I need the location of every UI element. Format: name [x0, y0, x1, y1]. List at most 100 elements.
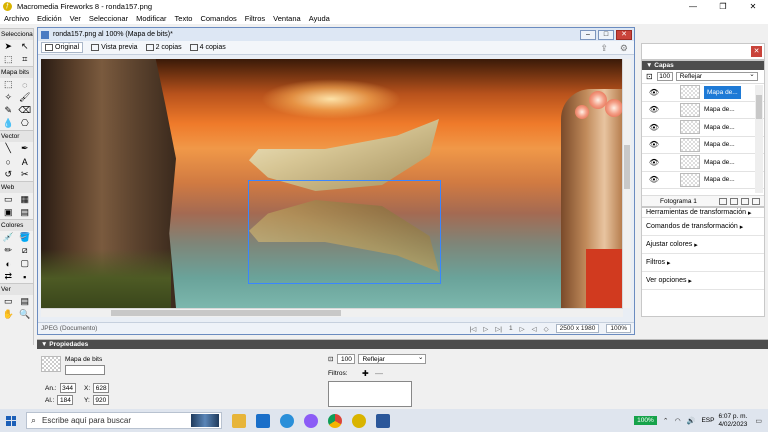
props-opacity-field[interactable]: 100 — [337, 354, 356, 364]
menu-ventana[interactable]: Ventana — [273, 14, 301, 23]
x-field[interactable]: 628 — [93, 383, 110, 393]
chevron-up-icon[interactable]: ⌃ — [663, 417, 669, 425]
battery-indicator[interactable]: 100% — [634, 416, 657, 425]
next-frame-icon[interactable]: ▷ — [520, 325, 525, 333]
panel-filters[interactable]: Filtros ▸ — [642, 254, 764, 272]
layer-row[interactable]: 👁 Mapa de... — [642, 154, 764, 172]
browser-icon[interactable] — [304, 413, 318, 428]
eye-icon[interactable]: 👁 — [642, 158, 666, 167]
edge-icon[interactable] — [280, 413, 294, 428]
language-indicator[interactable]: ESP — [701, 417, 714, 424]
menu-ayuda[interactable]: Ayuda — [309, 14, 330, 23]
close-button[interactable]: ✕ — [738, 0, 768, 12]
menu-texto[interactable]: Texto — [175, 14, 193, 23]
line-tool-icon[interactable]: ╲ — [2, 143, 15, 155]
wifi-icon[interactable]: ◠ — [675, 417, 681, 425]
y-field[interactable]: 920 — [92, 395, 109, 405]
menu-archivo[interactable]: Archivo — [4, 14, 29, 23]
vertical-scrollbar[interactable] — [622, 59, 631, 308]
document-canvas[interactable] — [41, 59, 623, 308]
taskbar-search[interactable]: ⌕ Escribe aquí para buscar — [26, 412, 222, 429]
eye-icon[interactable]: 👁 — [642, 140, 666, 149]
menu-seleccionar[interactable]: Seleccionar — [89, 14, 128, 23]
filters-list[interactable] — [328, 381, 412, 407]
scale-tool-icon[interactable]: ⬚ — [2, 54, 15, 66]
layers-scrollbar[interactable] — [755, 85, 763, 193]
ellipse-tool-icon[interactable]: ○ — [2, 156, 15, 168]
width-field[interactable]: 344 — [59, 383, 76, 393]
height-field[interactable]: 184 — [57, 395, 74, 405]
doc-maximize-button[interactable]: □ — [598, 30, 614, 40]
magic-wand-tool-icon[interactable]: ✧ — [2, 92, 15, 104]
object-name-field[interactable] — [65, 365, 105, 375]
eye-icon[interactable]: 👁 — [642, 175, 666, 184]
start-button[interactable] — [0, 409, 22, 432]
fireworks-taskbar-icon[interactable] — [352, 413, 366, 428]
eraser-tool-icon[interactable]: ⌫ — [18, 105, 31, 117]
mail-icon[interactable] — [256, 413, 270, 428]
chrome-icon[interactable] — [328, 413, 342, 428]
remove-filter-icon[interactable]: — — [375, 369, 383, 378]
menu-edicion[interactable]: Edición — [37, 14, 62, 23]
eyedropper-tool-icon[interactable]: 💉 — [2, 232, 15, 244]
stroke-color-icon[interactable]: ✏ — [2, 245, 15, 257]
properties-title[interactable]: ▼ Propiedades — [37, 340, 768, 349]
layer-row[interactable]: 👁 Mapa de... — [642, 172, 764, 189]
menu-filtros[interactable]: Filtros — [245, 14, 265, 23]
panel-view-options[interactable]: Ver opciones ▸ — [642, 272, 764, 290]
volume-icon[interactable]: 🔊 — [687, 417, 696, 425]
file-explorer-icon[interactable] — [232, 413, 246, 428]
document-options-icon[interactable]: ⚙ — [620, 43, 628, 54]
slice-tool-icon[interactable]: ▦ — [18, 194, 31, 206]
quick-export-icon[interactable]: ⇪ — [600, 43, 608, 54]
lasso-tool-icon[interactable]: ◌ — [18, 79, 31, 91]
pencil-tool-icon[interactable]: ✎ — [2, 105, 15, 117]
panel-transform-commands[interactable]: Comandos de transformación ▸ — [642, 218, 764, 236]
layer-row[interactable]: 👁 Mapa de... — [642, 84, 764, 102]
zoom-level[interactable]: 100% — [606, 324, 631, 333]
fill-color-icon[interactable]: ◐ — [2, 258, 15, 270]
notifications-icon[interactable]: ▭ — [755, 417, 762, 425]
clock[interactable]: 6:07 p. m. 4/02/2023 — [718, 413, 747, 429]
menu-comandos[interactable]: Comandos — [200, 14, 236, 23]
hide-slices-icon[interactable]: ▣ — [2, 207, 15, 219]
duplicate-layer-icon[interactable] — [740, 197, 749, 205]
tab-preview[interactable]: Vista previa — [91, 44, 138, 51]
no-color-icon[interactable]: ⧄ — [18, 245, 31, 257]
layers-scroll-thumb[interactable] — [756, 95, 762, 119]
add-filter-icon[interactable]: ✚ — [362, 369, 369, 378]
panel-adjust-colors[interactable]: Ajustar colores ▸ — [642, 236, 764, 254]
word-icon[interactable] — [376, 413, 390, 428]
subselect-tool-icon[interactable]: ↖ — [18, 41, 31, 53]
color-mode-icon[interactable]: ▪ — [18, 271, 31, 283]
pen-tool-icon[interactable]: ✒ — [18, 143, 31, 155]
layers-panel-title[interactable]: ▼ Capas — [642, 61, 764, 70]
fullscreen-menu-icon[interactable]: ▤ — [18, 296, 31, 308]
layer-opacity-field[interactable]: 100 — [656, 72, 673, 81]
doc-close-button[interactable]: ✕ — [616, 30, 632, 40]
minimize-button[interactable]: — — [678, 0, 708, 12]
standard-screen-icon[interactable]: ▭ — [2, 296, 15, 308]
text-tool-icon[interactable]: A — [18, 156, 31, 168]
eye-icon[interactable]: 👁 — [642, 88, 666, 97]
eye-icon[interactable]: 👁 — [642, 105, 666, 114]
tab-original[interactable]: Original — [41, 42, 84, 53]
knife-tool-icon[interactable]: ✂ — [18, 169, 31, 181]
first-frame-icon[interactable]: |◁ — [470, 325, 477, 333]
tab-2-up[interactable]: 2 copias — [145, 44, 182, 51]
menu-ver[interactable]: Ver — [70, 14, 81, 23]
eye-icon[interactable]: 👁 — [642, 123, 666, 132]
blur-tool-icon[interactable]: 💧 — [2, 118, 15, 130]
last-frame-icon[interactable]: ▷| — [495, 325, 502, 333]
panel-transform-tools[interactable]: Herramientas de transformación ▸ — [642, 208, 764, 218]
trash-icon[interactable] — [751, 197, 760, 205]
zoom-tool-icon[interactable]: 🔍 — [18, 309, 31, 321]
stamp-tool-icon[interactable]: ⎔ — [18, 118, 31, 130]
props-blend-select[interactable]: Reflejar — [358, 353, 427, 364]
paint-bucket-tool-icon[interactable]: 🪣 — [18, 232, 31, 244]
marquee-tool-icon[interactable]: ⬚ — [2, 79, 15, 91]
new-layer-icon[interactable] — [718, 197, 727, 205]
layer-row[interactable]: 👁 Mapa de... — [642, 102, 764, 119]
restore-button[interactable]: ❐ — [708, 0, 738, 12]
selection-bounding-box[interactable] — [248, 180, 441, 284]
